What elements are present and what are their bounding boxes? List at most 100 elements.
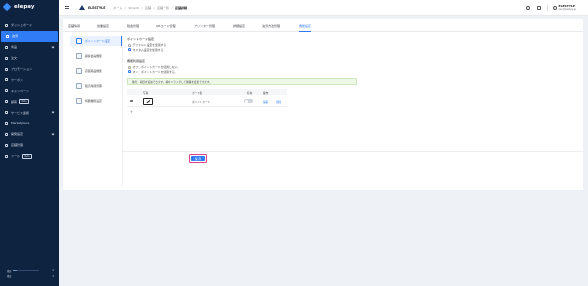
sidebar-item-11[interactable]: 店舗管理 (0, 140, 59, 151)
usage-value: 0 (52, 269, 54, 272)
breadcrumb-link[interactable]: 店舗一覧 (157, 6, 169, 10)
image-upload-icon[interactable] (143, 97, 153, 105)
tab-6[interactable]: 決済方法管理 (262, 24, 280, 28)
promotion-icon (5, 67, 8, 71)
header-divider (547, 4, 548, 11)
save-button[interactable]: 保 存 (190, 155, 206, 162)
radio-button[interactable] (128, 48, 131, 52)
sidebar: elepay ダッシュボード 決済 商品 注文 プロモーション クーポン キャンペーン 顧客 B… (0, 0, 59, 286)
submenu-label: 特典機能設定 (85, 99, 102, 103)
tool-icon (5, 154, 8, 158)
sidebar-item-6[interactable]: キャンペーン (0, 85, 59, 96)
sidebar-item-label: 商品 (11, 45, 18, 50)
breadcrumb-link[interactable]: ShopUI (128, 6, 139, 10)
sidebar-item-2[interactable]: 商品 (0, 42, 59, 53)
submenu-item-4[interactable]: 特典機能設定 (70, 96, 122, 106)
sidebar-item-12[interactable]: ツール Beta (0, 151, 59, 162)
radio-label: カスタム設定を使用する (132, 47, 164, 52)
point_card-option-1[interactable]: カスタム設定を使用する (127, 48, 357, 53)
submenu-label: 販売時間管理 (85, 84, 102, 88)
logo[interactable]: elepay (0, 0, 59, 14)
breadcrumb-link[interactable]: ホーム (113, 6, 122, 10)
sub-value: 0 (52, 274, 54, 278)
th-action: 操作 (263, 91, 269, 95)
chevron-down-icon[interactable] (51, 132, 55, 136)
submenu-icon (76, 53, 82, 59)
tab-4[interactable]: プリンター管理 (194, 24, 215, 28)
submenu-icon (76, 98, 82, 104)
th-enabled: 有効 (247, 91, 253, 95)
radio-label: オン：ポイントカードを使用する。 (132, 69, 178, 74)
breadcrumb-link[interactable]: 店舗 (145, 6, 151, 10)
feature-option-1[interactable]: オン：ポイントカードを使用する。 (127, 70, 357, 75)
sidebar-item-3[interactable]: 注文 (0, 53, 59, 64)
sidebar-item-4[interactable]: プロモーション (0, 64, 59, 75)
campaign-icon (5, 89, 8, 93)
breadcrumb-current: 店舗詳細 (175, 5, 188, 10)
sidebar-item-1[interactable]: 決済 (1, 30, 58, 42)
user-menu[interactable]: ELESTYLE dev@elestyle.jp (559, 4, 576, 11)
sidebar-item-10[interactable]: 開発設定 (0, 129, 59, 140)
usage-fill (13, 269, 18, 272)
beta-badge: Beta (19, 99, 30, 105)
download-icon[interactable] (537, 5, 542, 10)
tab-1[interactable]: 営業設定 (97, 24, 109, 28)
tab-3[interactable]: QRコード管理 (156, 24, 175, 28)
delete-link[interactable]: 削除 (276, 100, 281, 104)
submenu-item-2[interactable]: 店舗用品機能 (70, 66, 122, 76)
sidebar-item-5[interactable]: クーポン (0, 74, 59, 85)
sidebar-item-label: 開発設定 (11, 132, 24, 137)
help-icon[interactable] (526, 5, 531, 10)
notice-banner: 備考：項目を追加できます。横をドラッグして順番を変更できます。 (127, 78, 357, 85)
developer-icon (5, 132, 8, 136)
submenu-label: ポイントカード設定 (85, 39, 111, 43)
radio-button[interactable] (128, 43, 131, 47)
usage-bar (13, 269, 40, 272)
edit-link[interactable]: 編集 (263, 100, 268, 104)
sidebar-item-0[interactable]: ダッシュボード (0, 20, 59, 31)
feature-options: オフ：ポイントカードを使用しない。 オン：ポイントカードを使用する。 (127, 65, 357, 74)
radio-button[interactable] (128, 70, 131, 74)
submenu-label: 店舗用品機能 (85, 69, 102, 73)
top-header: ELESTYLE ホーム / ShopUI / 店舗 / 店舗一覧 / 店舗詳細 ELESTYL… (59, 0, 588, 16)
submenu-item-0[interactable]: ポイントカード設定 (70, 36, 122, 46)
chevron-down-icon[interactable] (51, 45, 55, 49)
sidebar-item-label: サービス連携 (11, 110, 30, 115)
sidebar-item-8[interactable]: サービス連携 (0, 107, 59, 118)
breadcrumb-separator: / (124, 5, 126, 10)
submenu-item-1[interactable]: 顧客会員機能 (70, 51, 122, 61)
enabled-toggle[interactable] (244, 99, 253, 103)
tab-0[interactable]: 店舗情報 (68, 24, 80, 28)
drag-handle-icon[interactable] (130, 99, 133, 102)
point-card-options: デフォルト設定を使用する カスタム設定を使用する (127, 43, 357, 52)
product-icon (5, 45, 8, 49)
sidebar-item-7[interactable]: 顧客 Beta (0, 96, 59, 107)
user-icon[interactable] (552, 5, 557, 10)
sidebar-item-label: 顧客 (11, 99, 18, 104)
dashboard-icon (5, 23, 8, 27)
submenu-divider (122, 36, 123, 186)
sidebar-item-label: ダッシュボード (11, 23, 33, 28)
add-row-button[interactable]: + (130, 110, 133, 114)
tab-2[interactable]: 税金管理 (127, 24, 139, 28)
radio-button[interactable] (128, 65, 131, 69)
point-card-title: ポイントカード設定 (127, 37, 155, 41)
submenu-icon (76, 68, 82, 74)
usage-label: 残高 (7, 269, 12, 273)
submenu-item-3[interactable]: 販売時間管理 (70, 81, 122, 91)
menu-icon[interactable] (65, 6, 69, 10)
breadcrumb: ホーム / ShopUI / 店舗 / 店舗一覧 / 店舗詳細 (113, 6, 187, 10)
payment-icon (6, 34, 9, 38)
tab-7[interactable]: 機能設定 (299, 24, 312, 32)
footer-divider (122, 151, 583, 152)
radio-label: デフォルト設定を使用する (132, 43, 167, 48)
chevron-down-icon[interactable] (51, 110, 55, 114)
sidebar-item-9[interactable]: Marketplace (0, 118, 59, 129)
beta-badge: Beta (22, 153, 33, 159)
tab-bar: 店舗情報 営業設定 税金管理 QRコード管理 プリンター管理 詳細設定 決済方法管理 機能設定 (63, 19, 583, 32)
tab-5[interactable]: 詳細設定 (233, 24, 245, 28)
radio-label: オフ：ポイントカードを使用しない。 (132, 65, 181, 70)
logo-text: elepay (14, 4, 35, 10)
sidebar-footer: 残高 0 残高 0 (7, 269, 54, 278)
submenu-icon (76, 38, 82, 44)
